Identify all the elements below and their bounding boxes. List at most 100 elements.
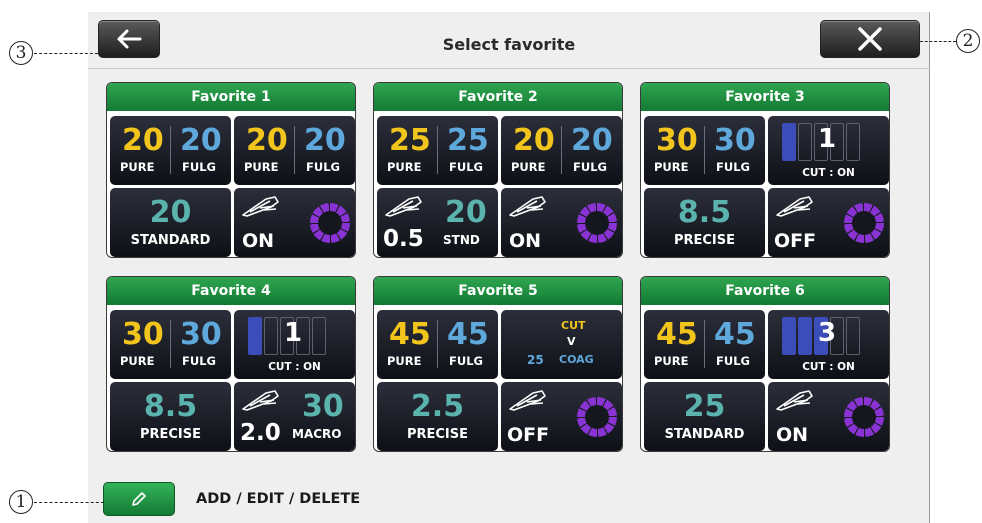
ring-indicator <box>844 203 884 243</box>
fulg-label: FULG <box>449 354 483 368</box>
pure-value: 25 <box>389 123 431 158</box>
close-button[interactable] <box>820 20 920 58</box>
handpiece-icon <box>242 390 279 411</box>
favorite-card-3[interactable]: Favorite 3 30 30 PURE FULG 1 CUT : ON 8.… <box>640 82 890 258</box>
cut-label: CUT <box>561 319 586 332</box>
handpiece-icon <box>776 196 813 217</box>
pure-label: PURE <box>120 160 155 174</box>
blend-tile: 8.5 PRECISE <box>110 382 231 451</box>
favorite-card-6[interactable]: Favorite 6 45 45 PURE FULG 3 CUT : ON 25… <box>640 276 890 452</box>
blend-value: 20 <box>149 195 192 230</box>
blend-label: PRECISE <box>406 427 469 442</box>
pure-value: 20 <box>122 123 164 158</box>
ring-indicator <box>844 397 884 437</box>
pure-value: 20 <box>513 123 555 158</box>
fulg-value: 45 <box>714 317 756 352</box>
favorite-title: Favorite 1 <box>107 83 355 111</box>
blend-label: STANDARD <box>664 427 745 442</box>
page-title: Select favorite <box>442 35 576 54</box>
handpiece-tile: ON <box>234 188 355 257</box>
handpiece-icon <box>509 196 546 217</box>
pure-label: PURE <box>387 160 422 174</box>
blend-tile: 8.5 PRECISE <box>644 188 765 257</box>
favorite-card-2[interactable]: Favorite 2 25 25 PURE FULG 20 20 PURE FU… <box>373 82 623 258</box>
blend-label: STND <box>443 233 480 247</box>
blend-value: 20 <box>445 195 487 230</box>
handpiece-setting: 0.5 <box>383 226 424 252</box>
pure-fulg-tile: 45 45 PURE FULG <box>644 310 765 379</box>
fulg-label: FULG <box>182 160 216 174</box>
blend-tile: 2.5 PRECISE <box>377 382 498 451</box>
handpiece-blend-tile: 0.5 20 STND <box>377 188 498 257</box>
cut-coag-tile: CUT V 25 COAG <box>501 310 622 379</box>
handpiece-tile: OFF <box>768 188 889 257</box>
pure-label: PURE <box>244 160 279 174</box>
handpiece-icon <box>242 196 279 217</box>
fulg-value: 30 <box>180 317 222 352</box>
cut-level-value: 1 <box>818 124 837 154</box>
fulg-value: 20 <box>571 123 613 158</box>
callout-3: 3 <box>9 41 33 65</box>
fulg-value: 20 <box>180 123 222 158</box>
favorite-title: Favorite 5 <box>374 277 622 305</box>
blend-value: 2.5 <box>410 389 465 424</box>
ring-indicator <box>577 203 617 243</box>
cut-level-value: 3 <box>818 318 837 348</box>
blend-label: STANDARD <box>130 233 211 248</box>
versus-label: V <box>567 335 576 348</box>
fulg-label: FULG <box>449 160 483 174</box>
callout-2-leader <box>920 41 956 42</box>
blend-value: 8.5 <box>677 195 732 230</box>
fulg-label: FULG <box>306 160 340 174</box>
favorite-title: Favorite 4 <box>107 277 355 305</box>
pure-value: 45 <box>389 317 431 352</box>
pure-label: PURE <box>387 354 422 368</box>
blend-value: 25 <box>683 389 726 424</box>
handpiece-tile: ON <box>501 188 622 257</box>
add-edit-delete-button[interactable] <box>103 482 175 516</box>
favorite-card-1[interactable]: Favorite 1 20 20 PURE FULG 20 20 PURE FU… <box>106 82 356 258</box>
handpiece-state: OFF <box>507 424 550 446</box>
coag-label: COAG <box>559 353 594 366</box>
pure-fulg-tile: 30 30 PURE FULG <box>644 116 765 185</box>
favorite-title: Favorite 3 <box>641 83 889 111</box>
cut-level-tile: 1 CUT : ON <box>234 310 355 379</box>
fulg-label: FULG <box>716 160 750 174</box>
fulg-value: 20 <box>304 123 346 158</box>
handpiece-tile: ON <box>768 382 889 451</box>
pure-label: PURE <box>511 160 546 174</box>
blend-label: PRECISE <box>139 427 202 442</box>
favorite-card-4[interactable]: Favorite 4 30 30 PURE FULG 1 CUT : ON 8.… <box>106 276 356 452</box>
cut-status: CUT : ON <box>802 361 855 373</box>
pure-fulg-tile: 20 20 PURE FULG <box>110 116 231 185</box>
handpiece-tile: OFF <box>501 382 622 451</box>
pure-value: 30 <box>122 317 164 352</box>
callout-1-leader <box>34 502 104 503</box>
callout-3-leader <box>34 53 98 54</box>
ring-indicator <box>577 397 617 437</box>
pure-value: 45 <box>656 317 698 352</box>
cut-level-tile: 3 CUT : ON <box>768 310 889 379</box>
title-divider <box>88 68 930 69</box>
handpiece-macro-tile: 2.0 30 MACRO <box>234 382 355 451</box>
favorite-card-5[interactable]: Favorite 5 45 45 PURE FULG CUT V 25 COAG… <box>373 276 623 452</box>
fulg-value: 45 <box>447 317 489 352</box>
fulg-value: 25 <box>447 123 489 158</box>
cut-level-tile: 1 CUT : ON <box>768 116 889 185</box>
cut-level-value: 1 <box>284 318 303 348</box>
ring-indicator <box>310 203 350 243</box>
blend-value: 8.5 <box>143 389 198 424</box>
favorite-title: Favorite 2 <box>374 83 622 111</box>
pure-fulg-tile: 20 20 PURE FULG <box>234 116 355 185</box>
handpiece-icon <box>776 390 813 411</box>
handpiece-setting: 2.0 <box>240 420 281 446</box>
pure-label: PURE <box>120 354 155 368</box>
handpiece-icon <box>385 196 422 217</box>
handpiece-icon <box>509 390 546 411</box>
macro-label: MACRO <box>292 427 342 441</box>
favorites-screen: Select favorite Favorite 1 20 20 PURE FU… <box>88 12 930 523</box>
pure-fulg-tile: 25 25 PURE FULG <box>377 116 498 185</box>
handpiece-state: ON <box>776 424 809 446</box>
handpiece-state: ON <box>242 230 275 252</box>
add-edit-delete-label[interactable]: ADD / EDIT / DELETE <box>196 491 360 507</box>
